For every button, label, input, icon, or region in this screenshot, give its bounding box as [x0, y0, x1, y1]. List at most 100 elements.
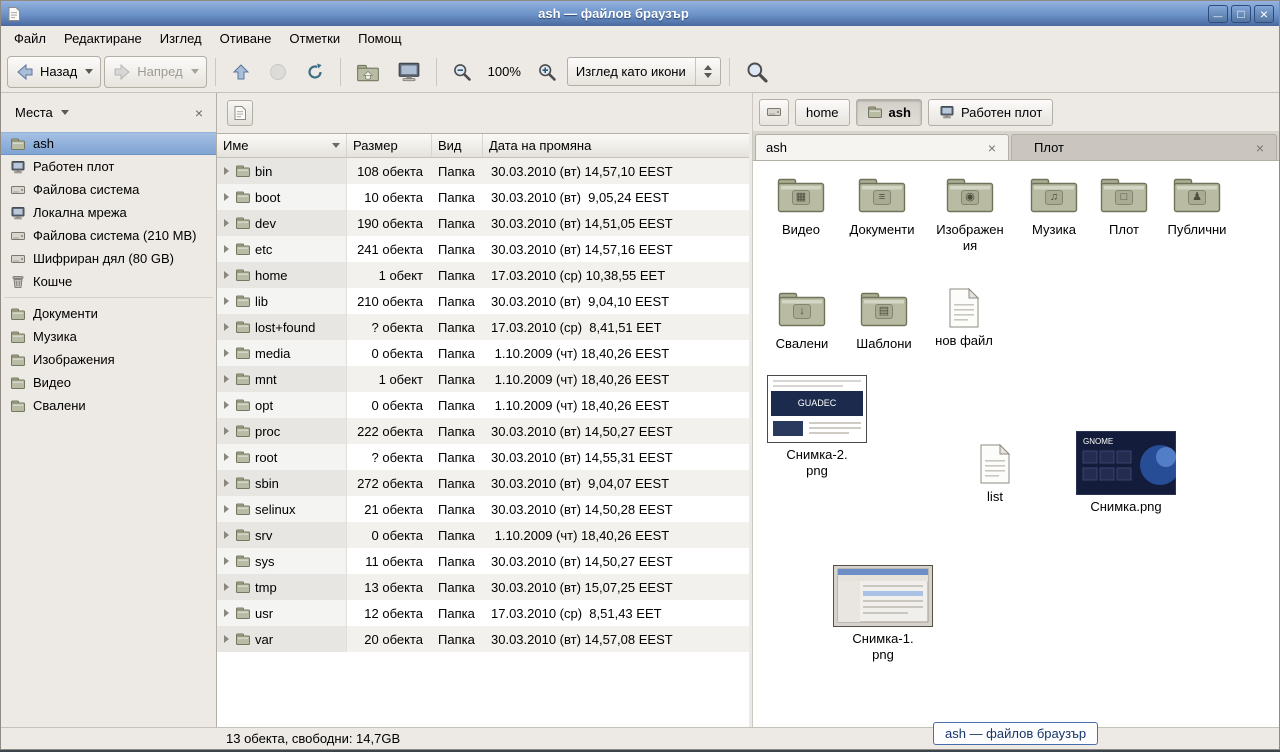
menu-edit[interactable]: Редактиране	[55, 27, 151, 50]
expander-icon[interactable]	[224, 245, 229, 253]
zoom-out-button[interactable]	[445, 56, 479, 88]
expander-icon[interactable]	[224, 271, 229, 279]
places-selector[interactable]: Места	[10, 102, 74, 123]
menu-bookmarks[interactable]: Отметки	[280, 27, 349, 50]
expander-icon[interactable]	[224, 531, 229, 539]
menu-file[interactable]: Файл	[5, 27, 55, 50]
maximize-button[interactable]	[1231, 5, 1251, 23]
menu-view[interactable]: Изглед	[151, 27, 211, 50]
tree-row-srv[interactable]: srv0 обектаПапка 1.10.2009 (чт) 18,40,26…	[217, 522, 749, 548]
zoom-in-button[interactable]	[530, 56, 564, 88]
tree-row-boot[interactable]: boot10 обектаПапка30.03.2010 (вт) 9,05,2…	[217, 184, 749, 210]
icon-item-public[interactable]: ♟ Публични	[1159, 173, 1235, 238]
column-header-date[interactable]: Дата на промяна	[483, 134, 749, 157]
icon-item-new-file[interactable]: нов файл	[929, 287, 999, 349]
path-button-ash[interactable]: ash	[856, 99, 922, 126]
expander-icon[interactable]	[224, 401, 229, 409]
path-button-desktop[interactable]: Работен плот	[928, 99, 1053, 126]
sidebar-item-network[interactable]: Локална мрежа	[1, 201, 216, 224]
expander-icon[interactable]	[224, 427, 229, 435]
expander-icon[interactable]	[224, 479, 229, 487]
tree-row-root[interactable]: root? обектаПапка30.03.2010 (вт) 14,55,3…	[217, 444, 749, 470]
expander-icon[interactable]	[224, 505, 229, 513]
sidebar-item-pictures[interactable]: Изображения	[1, 348, 216, 371]
menu-go[interactable]: Отиване	[211, 27, 281, 50]
sidebar-item-downloads[interactable]: Свалени	[1, 394, 216, 417]
tree-row-sbin[interactable]: sbin272 обектаПапка30.03.2010 (вт) 9,04,…	[217, 470, 749, 496]
icon-item-video[interactable]: ▦ Видео	[769, 173, 833, 238]
icon-item-snimka1[interactable]: Снимка-1. png	[831, 565, 935, 662]
taskbar-window-button[interactable]: ash — файлов браузър	[933, 722, 1098, 745]
expander-icon[interactable]	[224, 557, 229, 565]
search-button[interactable]	[738, 56, 776, 88]
path-button-home[interactable]: home	[795, 99, 850, 126]
back-dropdown-icon[interactable]	[85, 69, 93, 74]
expander-icon[interactable]	[224, 583, 229, 591]
menu-help[interactable]: Помощ	[349, 27, 410, 50]
tree-row-lost-found[interactable]: lost+found? обектаПапка17.03.2010 (ср) 8…	[217, 314, 749, 340]
icon-view[interactable]: ▦ Видео ≡ Документи ◉ Изображен ия ♫ Муз…	[753, 161, 1279, 727]
tree-row-var[interactable]: var20 обектаПапка30.03.2010 (вт) 14,57,0…	[217, 626, 749, 652]
column-header-size[interactable]: Размер	[347, 134, 432, 157]
sidebar-item-music[interactable]: Музика	[1, 325, 216, 348]
sidebar-item-videos[interactable]: Видео	[1, 371, 216, 394]
sidebar-item-desktop[interactable]: Работен плот	[1, 155, 216, 178]
tab-close-icon[interactable]	[986, 141, 998, 155]
titlebar[interactable]: ash — файлов браузър	[1, 1, 1279, 26]
expander-icon[interactable]	[224, 635, 229, 643]
tree-row-sys[interactable]: sys11 обектаПапка30.03.2010 (вт) 14,50,2…	[217, 548, 749, 574]
tree-row-media[interactable]: media0 обектаПапка 1.10.2009 (чт) 18,40,…	[217, 340, 749, 366]
stop-button[interactable]	[261, 56, 295, 88]
expander-icon[interactable]	[224, 193, 229, 201]
tab-plot[interactable]: Плот	[1011, 134, 1277, 160]
tree-row-selinux[interactable]: selinux21 обектаПапка30.03.2010 (вт) 14,…	[217, 496, 749, 522]
minimize-button[interactable]	[1208, 5, 1228, 23]
sidebar-item-ash[interactable]: ash	[1, 132, 216, 155]
icon-item-list[interactable]: list	[967, 443, 1023, 505]
tab-close-icon[interactable]	[1254, 141, 1266, 155]
view-mode-select[interactable]: Изглед като икони	[567, 57, 721, 86]
tree-row-opt[interactable]: opt0 обектаПапка 1.10.2009 (чт) 18,40,26…	[217, 392, 749, 418]
expander-icon[interactable]	[224, 375, 229, 383]
tree-row-tmp[interactable]: tmp13 обектаПапка30.03.2010 (вт) 15,07,2…	[217, 574, 749, 600]
home-button[interactable]	[349, 56, 387, 88]
sidebar-item-filesystem[interactable]: Файлова система	[1, 178, 216, 201]
expander-icon[interactable]	[224, 297, 229, 305]
tree-row-usr[interactable]: usr12 обектаПапка17.03.2010 (ср) 8,51,43…	[217, 600, 749, 626]
tree-row-dev[interactable]: dev190 обектаПапка30.03.2010 (вт) 14,51,…	[217, 210, 749, 236]
computer-button[interactable]	[390, 56, 428, 88]
icon-item-pictures[interactable]: ◉ Изображен ия	[929, 173, 1011, 253]
expander-icon[interactable]	[224, 167, 229, 175]
icon-item-downloads[interactable]: ↓ Свалени	[769, 287, 835, 352]
icon-item-templates[interactable]: ▤ Шаблони	[849, 287, 919, 352]
forward-button[interactable]: Напред	[104, 56, 206, 88]
sidebar-item-filesystem-210mb[interactable]: Файлова система (210 MB)	[1, 224, 216, 247]
icon-item-music[interactable]: ♫ Музика	[1021, 173, 1087, 238]
icon-item-desktop-folder[interactable]: □ Плот	[1095, 173, 1153, 238]
expander-icon[interactable]	[224, 349, 229, 357]
expander-icon[interactable]	[224, 219, 229, 227]
path-button-root[interactable]	[759, 99, 789, 126]
tree-row-etc[interactable]: etc241 обектаПапка30.03.2010 (вт) 14,57,…	[217, 236, 749, 262]
back-button[interactable]: Назад	[7, 56, 101, 88]
sidebar-item-documents[interactable]: Документи	[1, 302, 216, 325]
tree-row-lib[interactable]: lib210 обектаПапка30.03.2010 (вт) 9,04,1…	[217, 288, 749, 314]
icon-item-snimka2[interactable]: GUADEC Снимка-2. png	[765, 375, 869, 478]
tree-row-proc[interactable]: proc222 обектаПапка30.03.2010 (вт) 14,50…	[217, 418, 749, 444]
expander-icon[interactable]	[224, 453, 229, 461]
close-button[interactable]	[1254, 5, 1274, 23]
sidebar-item-trash[interactable]: Кошче	[1, 270, 216, 293]
column-header-type[interactable]: Вид	[432, 134, 483, 157]
tree-row-bin[interactable]: bin108 обектаПапка30.03.2010 (вт) 14,57,…	[217, 158, 749, 184]
icon-item-documents[interactable]: ≡ Документи	[841, 173, 923, 238]
reload-button[interactable]	[298, 56, 332, 88]
icon-item-snimka[interactable]: GNOME Снимка.png	[1073, 431, 1179, 515]
expander-icon[interactable]	[224, 323, 229, 331]
sidebar-item-encrypted-80gb[interactable]: Шифриран дял (80 GB)	[1, 247, 216, 270]
column-header-name[interactable]: Име	[217, 134, 347, 157]
sidebar-close-icon[interactable]	[191, 104, 207, 122]
tab-ash[interactable]: ash	[755, 134, 1009, 160]
location-button[interactable]	[227, 100, 253, 126]
up-button[interactable]	[224, 56, 258, 88]
expander-icon[interactable]	[224, 609, 229, 617]
